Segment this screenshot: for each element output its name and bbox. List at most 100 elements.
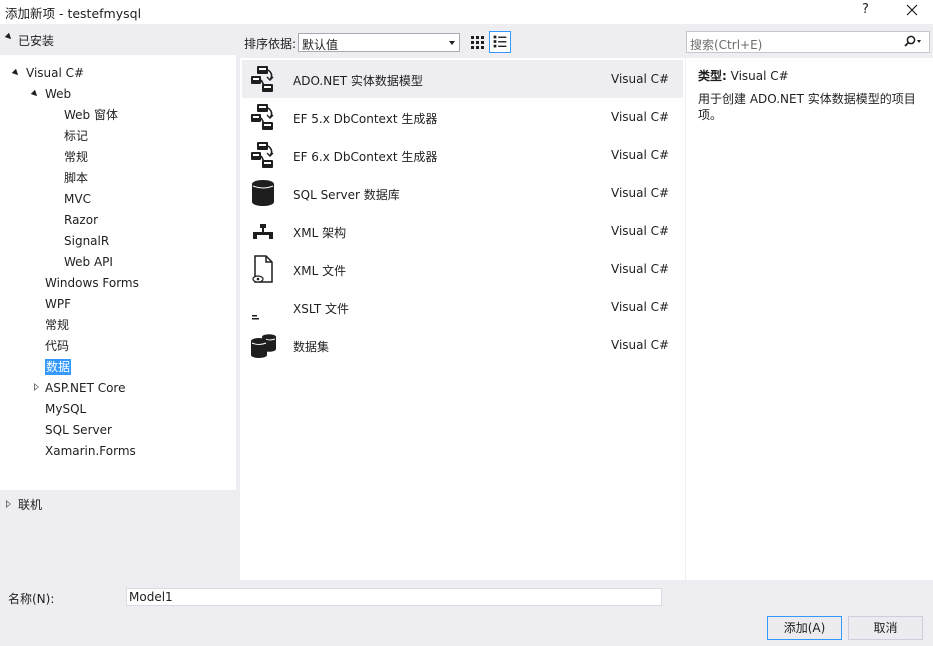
template-item[interactable]: XML 架构 Visual C# xyxy=(242,212,683,250)
online-header[interactable]: 联机 xyxy=(0,494,236,514)
expand-open-icon[interactable] xyxy=(11,68,21,78)
template-language: Visual C# xyxy=(611,338,670,352)
sort-toolbar: 排序依据: 默认值 xyxy=(240,30,685,54)
template-item[interactable]: EF 6.x DbContext 生成器 Visual C# xyxy=(242,136,683,174)
template-language: Visual C# xyxy=(611,262,670,276)
tree-item[interactable]: Razor xyxy=(64,210,98,230)
expand-open-icon[interactable] xyxy=(30,89,40,99)
tree-item[interactable]: 标记 xyxy=(64,126,88,146)
template-language: Visual C# xyxy=(611,110,670,124)
description-text: 用于创建 ADO.NET 实体数据模型的项目项。 xyxy=(698,92,916,122)
xslt-file-icon xyxy=(252,315,259,320)
tree-item-label: 代码 xyxy=(45,339,70,353)
tree-item-label: Xamarin.Forms xyxy=(45,444,136,458)
sort-value: 默认值 xyxy=(302,38,339,52)
tree-item-label: Web API xyxy=(64,255,113,269)
template-language: Visual C# xyxy=(611,148,670,162)
template-name: ADO.NET 实体数据模型 xyxy=(293,74,423,88)
template-item[interactable]: ADO.NET 实体数据模型 Visual C# xyxy=(242,60,683,98)
template-name: XML 文件 xyxy=(293,264,347,278)
tree-item[interactable]: 常规 xyxy=(64,147,88,167)
template-name: EF 6.x DbContext 生成器 xyxy=(293,150,438,164)
tree-item[interactable]: 脚本 xyxy=(64,168,88,188)
expand-closed-icon[interactable] xyxy=(34,383,39,391)
template-language: Visual C# xyxy=(611,186,670,200)
name-input[interactable] xyxy=(126,588,662,606)
template-item[interactable]: EF 5.x DbContext 生成器 Visual C# xyxy=(242,98,683,136)
tree-item-label: SignalR xyxy=(64,234,110,248)
installed-header[interactable]: 已安装 xyxy=(0,28,236,50)
entity-model-icon xyxy=(251,66,274,92)
tree-item[interactable]: Visual C# xyxy=(11,63,85,83)
tree-item[interactable]: Windows Forms xyxy=(45,273,139,293)
tree-item-label: Web 窗体 xyxy=(64,108,118,122)
tree-item-label: WPF xyxy=(45,297,72,311)
template-item[interactable]: SQL Server 数据库 Visual C# xyxy=(242,174,683,212)
close-icon[interactable] xyxy=(903,1,921,19)
template-name: XSLT 文件 xyxy=(293,302,350,316)
tree-item[interactable]: SQL Server xyxy=(45,420,112,440)
tree-item-label: Visual C# xyxy=(26,66,85,80)
installed-label: 已安装 xyxy=(18,34,55,48)
tree-item-label: 常规 xyxy=(45,318,70,332)
xml-schema-icon xyxy=(253,224,273,239)
search-placeholder: 搜索(Ctrl+E) xyxy=(690,38,763,52)
sort-label: 排序依据: xyxy=(244,37,297,51)
cancel-button[interactable]: 取消 xyxy=(848,616,923,640)
tree-item[interactable]: 数据 xyxy=(45,357,72,377)
entity-model-icon xyxy=(251,104,274,130)
tree-item[interactable]: Web xyxy=(30,84,71,104)
template-item[interactable]: XML 文件 Visual C# xyxy=(242,250,683,288)
tree-item-label: Razor xyxy=(64,213,99,227)
grid-view-icon[interactable] xyxy=(466,31,488,53)
template-language: Visual C# xyxy=(611,300,670,314)
tree-item-label: MVC xyxy=(64,192,91,206)
list-view-icon[interactable] xyxy=(489,31,511,53)
template-language: Visual C# xyxy=(611,224,670,238)
template-list: ADO.NET 实体数据模型 Visual C# EF 5.x DbContext … xyxy=(240,58,685,580)
tree-item[interactable]: MVC xyxy=(64,189,91,209)
xml-file-icon xyxy=(252,255,273,283)
template-language: Visual C# xyxy=(611,72,670,86)
help-button[interactable]: ? xyxy=(862,2,869,17)
tree-item-label: 数据 xyxy=(45,359,72,375)
tree-item-label: MySQL xyxy=(45,402,87,416)
template-name: 数据集 xyxy=(293,340,330,354)
entity-model-icon xyxy=(251,142,274,168)
template-name: SQL Server 数据库 xyxy=(293,188,400,202)
expand-open-icon[interactable] xyxy=(4,32,14,42)
template-name: XML 架构 xyxy=(293,226,347,240)
name-label: 名称(N): xyxy=(8,592,55,606)
tree-item-label: 标记 xyxy=(64,129,89,143)
tree-item-label: Windows Forms xyxy=(45,276,139,290)
search-box[interactable]: 搜索(Ctrl+E) xyxy=(686,31,930,53)
category-tree: Visual C# Web Web 窗体 标记 常规 脚本 MVC Razor SignalR W… xyxy=(0,55,236,490)
tree-item[interactable]: Web API xyxy=(64,252,113,272)
window-title: 添加新项 - testefmysql xyxy=(5,6,142,21)
tree-item-label: ASP.NET Core xyxy=(45,381,126,395)
online-label: 联机 xyxy=(18,498,43,512)
tree-item[interactable]: 代码 xyxy=(45,336,69,356)
expand-closed-icon[interactable] xyxy=(6,500,11,508)
title-bar: 添加新项 - testefmysql ? xyxy=(0,0,933,24)
sort-dropdown[interactable]: 默认值 xyxy=(298,33,460,52)
tree-item[interactable]: Web 窗体 xyxy=(64,105,118,125)
description-panel: 类型: Visual C# 用于创建 ADO.NET 实体数据模型的项目项。 xyxy=(686,58,933,580)
search-icon[interactable] xyxy=(903,35,923,49)
tree-item[interactable]: MySQL xyxy=(45,399,86,419)
tree-item-label: SQL Server xyxy=(45,423,112,437)
add-button[interactable]: 添加(A) xyxy=(767,616,842,640)
type-line: 类型: Visual C# xyxy=(698,67,789,84)
tree-item[interactable]: ASP.NET Core xyxy=(34,378,126,398)
tree-item[interactable]: Xamarin.Forms xyxy=(45,441,136,461)
template-item[interactable]: 数据集 Visual C# xyxy=(242,326,683,364)
type-value: Visual C# xyxy=(730,69,789,83)
tree-item[interactable]: SignalR xyxy=(64,231,109,251)
dataset-icon xyxy=(251,334,276,358)
template-item[interactable]: XSLT 文件 Visual C# xyxy=(242,288,683,326)
template-name: EF 5.x DbContext 生成器 xyxy=(293,112,438,126)
chevron-down-icon xyxy=(449,41,455,45)
tree-item[interactable]: 常规 xyxy=(45,315,69,335)
tree-item[interactable]: WPF xyxy=(45,294,71,314)
tree-item-label: 脚本 xyxy=(64,171,89,185)
